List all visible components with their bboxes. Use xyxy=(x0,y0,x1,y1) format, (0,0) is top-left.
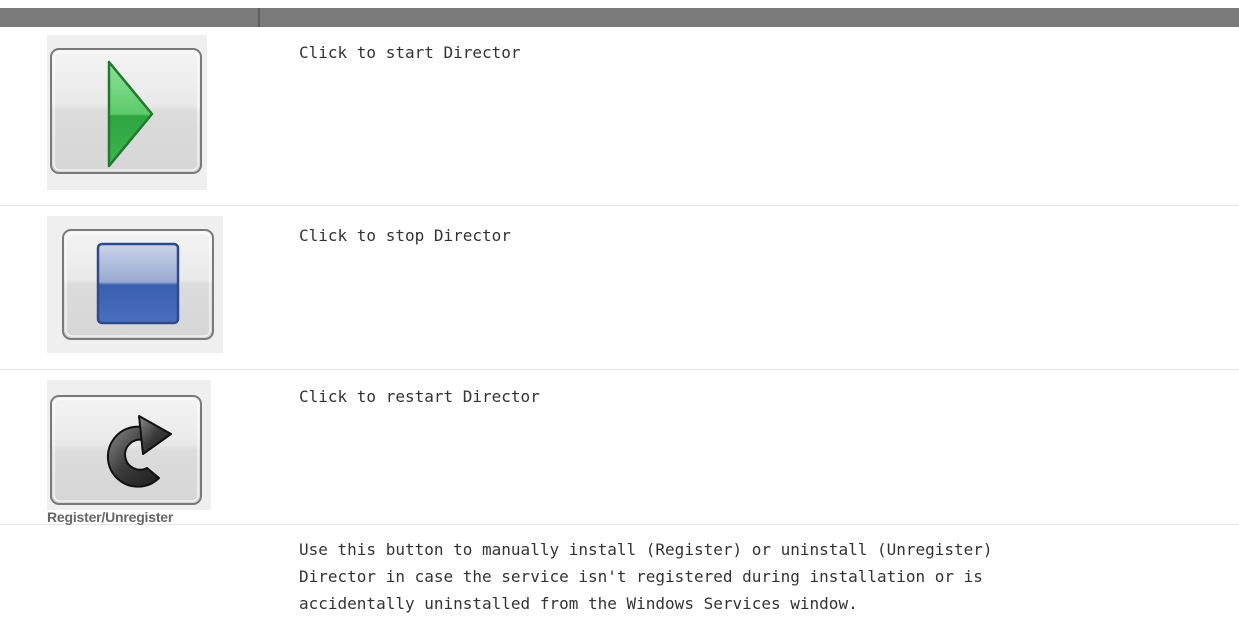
row-separator xyxy=(0,205,1239,206)
stop-description: Click to stop Director xyxy=(299,226,511,245)
stop-icon xyxy=(96,242,180,325)
start-button-cell xyxy=(47,35,207,190)
header-column-divider xyxy=(258,8,260,27)
restart-button[interactable] xyxy=(47,380,211,510)
table-header xyxy=(0,8,1239,27)
register-description-line-2: Director in case the service isn't regis… xyxy=(299,567,983,586)
row-separator xyxy=(0,524,1239,525)
register-description-line-1: Use this button to manually install (Reg… xyxy=(299,540,993,559)
restart-description: Click to restart Director xyxy=(299,387,540,406)
stop-button-cell xyxy=(47,216,223,353)
stop-button[interactable] xyxy=(47,216,223,353)
register-description-line-3: accidentally uninstalled from the Window… xyxy=(299,594,858,613)
register-unregister-label: Register/Unregister xyxy=(47,509,174,525)
row-separator xyxy=(0,369,1239,370)
start-description: Click to start Director xyxy=(299,43,521,62)
start-button[interactable] xyxy=(47,35,207,190)
restart-button-cell xyxy=(47,380,211,510)
